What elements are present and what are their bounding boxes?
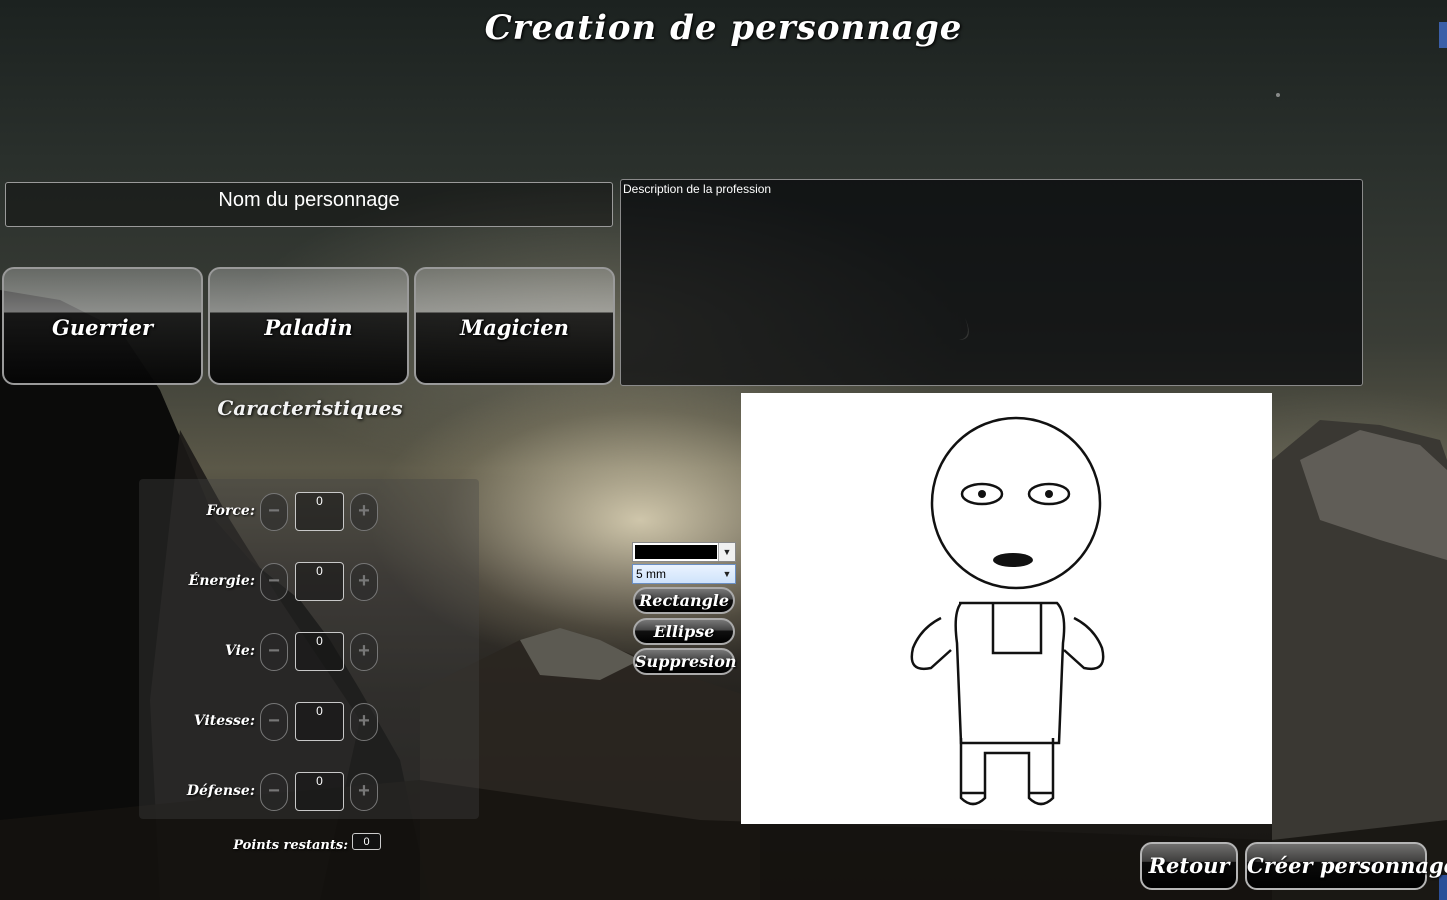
- color-picker-dropdown[interactable]: ▼: [632, 542, 736, 562]
- window-edge-strip-bottom: [1439, 875, 1447, 900]
- characteristics-title: Caracteristiques: [217, 396, 403, 420]
- color-swatch: [635, 545, 717, 559]
- defense-decrease-button[interactable]: −: [260, 773, 288, 811]
- vitesse-increase-button[interactable]: +: [350, 703, 378, 741]
- energie-value[interactable]: 0: [295, 562, 344, 601]
- profession-description: Description de la profession: [620, 179, 1363, 386]
- force-value[interactable]: 0: [295, 492, 344, 531]
- energie-increase-button[interactable]: +: [350, 563, 378, 601]
- remaining-points-value: 0: [352, 833, 381, 850]
- defense-value[interactable]: 0: [295, 772, 344, 811]
- rectangle-tool-button[interactable]: Rectangle: [633, 587, 735, 614]
- vitesse-value[interactable]: 0: [295, 702, 344, 741]
- chevron-down-icon: ▼: [718, 543, 735, 561]
- stroke-size-value: 5 mm: [636, 567, 666, 581]
- create-character-button[interactable]: Créer personnage: [1245, 842, 1447, 890]
- vitesse-label: Vitesse:: [193, 713, 255, 729]
- vie-decrease-button[interactable]: −: [260, 633, 288, 671]
- force-increase-button[interactable]: +: [350, 493, 378, 531]
- defense-label: Défense:: [186, 783, 255, 799]
- vie-increase-button[interactable]: +: [350, 633, 378, 671]
- back-button[interactable]: Retour: [1140, 842, 1238, 890]
- vie-label: Vie:: [224, 643, 255, 659]
- vie-value[interactable]: 0: [295, 632, 344, 671]
- paladin-class-button[interactable]: Paladin: [208, 267, 409, 385]
- energie-decrease-button[interactable]: −: [260, 563, 288, 601]
- remaining-points-label: Points restants:: [233, 838, 348, 853]
- delete-tool-button[interactable]: Suppresion: [633, 648, 737, 675]
- force-decrease-button[interactable]: −: [260, 493, 288, 531]
- ellipse-tool-button[interactable]: Ellipse: [633, 618, 735, 645]
- vitesse-decrease-button[interactable]: −: [260, 703, 288, 741]
- drawing-canvas[interactable]: [741, 393, 1272, 824]
- energie-label: Énergie:: [188, 573, 255, 589]
- defense-increase-button[interactable]: +: [350, 773, 378, 811]
- magicien-class-button[interactable]: Magicien: [414, 267, 615, 385]
- force-label: Force:: [206, 503, 256, 519]
- chevron-down-icon: ▼: [722, 569, 732, 579]
- character-name-input[interactable]: Nom du personnage: [5, 182, 613, 227]
- stroke-size-dropdown[interactable]: 5 mm ▼: [632, 564, 736, 584]
- character-drawing: [910, 416, 1105, 806]
- page-title: Creation de personnage: [484, 8, 963, 48]
- guerrier-class-button[interactable]: Guerrier: [2, 267, 203, 385]
